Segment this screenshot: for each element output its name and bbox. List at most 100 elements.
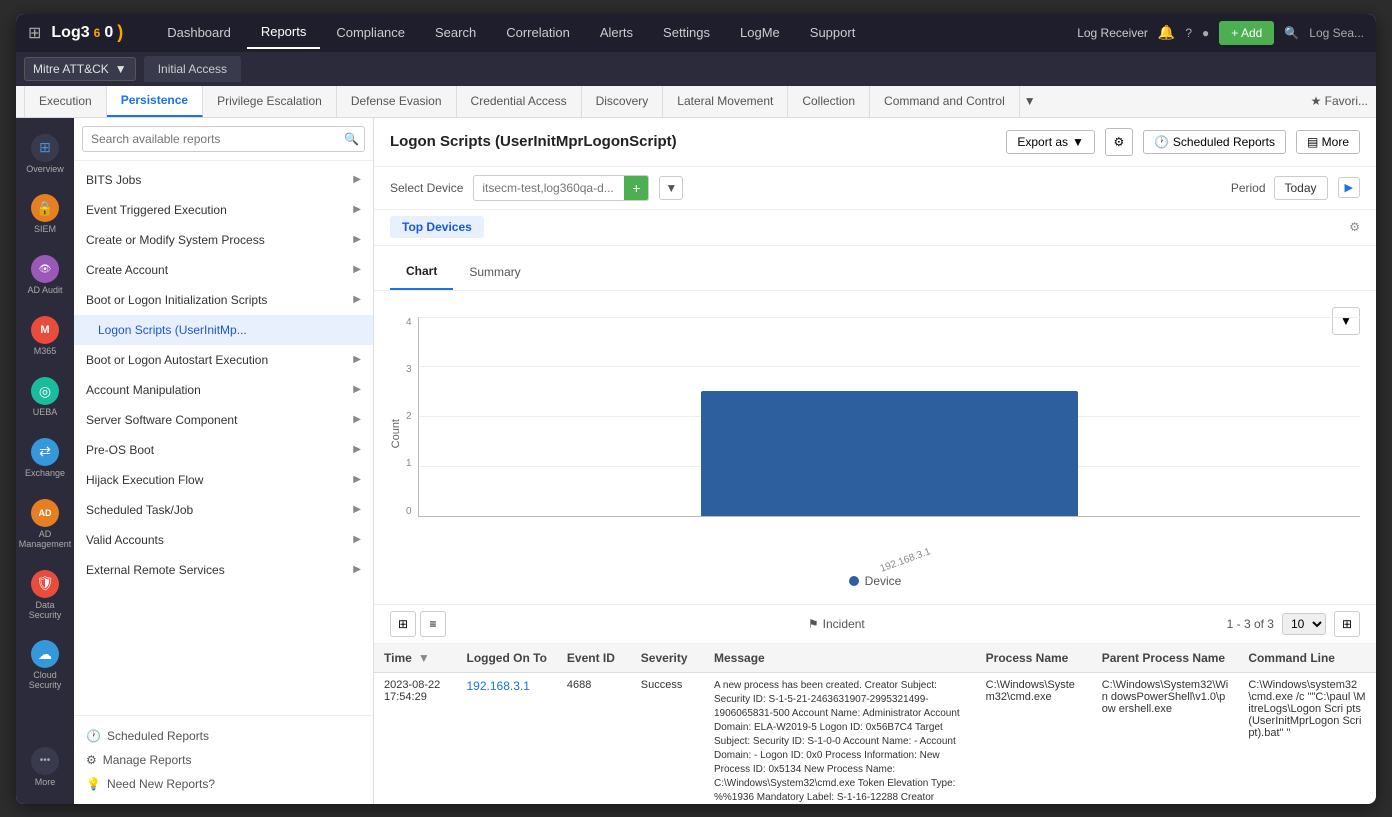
need-new-reports-link[interactable]: 💡 Need New Reports? [86,772,361,796]
col-header-parent-process[interactable]: Parent Process Name [1092,644,1239,673]
search-button[interactable]: 🔍 [344,132,359,146]
sidebar-item-data-security[interactable]: 🛡 Data Security [19,562,71,629]
list-item-hijack-execution[interactable]: Hijack Execution Flow ▶ [74,465,373,495]
cell-event-id: 4688 [557,672,631,804]
search-input[interactable] [82,126,365,152]
per-page-select[interactable]: 10 25 50 [1282,613,1326,635]
list-item-account-manipulation[interactable]: Account Manipulation ▶ [74,375,373,405]
mitre-dropdown[interactable]: Mitre ATT&CK ▼ [24,57,136,81]
list-item-valid-accounts[interactable]: Valid Accounts ▶ [74,525,373,555]
sub-tab-defense-evasion[interactable]: Defense Evasion [337,86,457,118]
device-input[interactable] [474,177,624,199]
col-header-severity[interactable]: Severity [631,644,704,673]
list-item-logon-scripts[interactable]: Logon Scripts (UserInitMp... [74,315,373,345]
table-pagination: 1 - 3 of 3 10 25 50 ⊞ [1227,611,1360,637]
sidebar-label-ad-audit: AD Audit [27,286,62,296]
nav-search[interactable]: Search [421,17,490,48]
list-item[interactable]: Event Triggered Execution ▶ [74,195,373,225]
sidebar-item-exchange[interactable]: ⇄ Exchange [19,430,71,487]
top-devices-label[interactable]: Top Devices [390,216,484,238]
nav-settings[interactable]: Settings [649,17,724,48]
x-axis: 192.168.3.1 [390,555,1360,566]
grid-icon[interactable]: ⊞ [28,23,41,43]
list-item-create-account[interactable]: Create Account ▶ [74,255,373,285]
nav-alerts[interactable]: Alerts [586,17,647,48]
list-item[interactable]: Create or Modify System Process ▶ [74,225,373,255]
sub-tab-discovery[interactable]: Discovery [582,86,664,118]
chart-tab-chart[interactable]: Chart [390,254,453,290]
list-item-boot-logon[interactable]: Boot or Logon Initialization Scripts ▶ [74,285,373,315]
y-label-3: 3 [406,364,412,375]
sidebar-item-ad-management[interactable]: AD AD Management [19,491,71,558]
y-axis-title: Count [390,419,402,448]
nav-compliance[interactable]: Compliance [322,17,419,48]
sidebar-item-cloud-security[interactable]: ☁ Cloud Security [19,632,71,699]
scheduled-reports-link[interactable]: 🕐 Scheduled Reports [86,724,361,748]
sub-tab-command-and-control[interactable]: Command and Control [870,86,1020,118]
sub-tab-collection[interactable]: Collection [788,86,870,118]
add-button[interactable]: + Add [1219,21,1274,45]
sub-tab-privilege-escalation[interactable]: Privilege Escalation [203,86,337,118]
list-item-scheduled-task[interactable]: Scheduled Task/Job ▶ [74,495,373,525]
more-button[interactable]: ▤ More [1296,130,1360,154]
sidebar-item-siem[interactable]: 🔒 SIEM [19,186,71,243]
help-icon[interactable]: ? [1185,26,1192,40]
device-filter-button[interactable]: ▼ [659,176,683,200]
list-item[interactable]: BITS Jobs ▶ [74,165,373,195]
sidebar-item-more[interactable]: ••• More [19,739,71,796]
list-item-server-software[interactable]: Server Software Component ▶ [74,405,373,435]
more-icon: ▤ [1307,135,1318,149]
sidebar-item-ueba[interactable]: ◎ UEBA [19,369,71,426]
initial-access-tab[interactable]: Initial Access [144,56,241,82]
export-button[interactable]: Export as ▼ [1006,130,1095,154]
grid-view-button[interactable]: ⊞ [390,611,416,637]
nav-support[interactable]: Support [796,17,870,48]
col-header-event-id[interactable]: Event ID [557,644,631,673]
chart-legend: Device [849,574,902,588]
col-header-logged-on-to[interactable]: Logged On To [456,644,556,673]
chart-tab-summary[interactable]: Summary [453,254,536,290]
columns-button[interactable]: ⊞ [1334,611,1360,637]
view-buttons: ⊞ ≡ [390,611,446,637]
list-item-pre-os-boot[interactable]: Pre-OS Boot ▶ [74,435,373,465]
nav-logme[interactable]: LogMe [726,17,794,48]
device-add-button[interactable]: + [624,176,648,200]
list-item-boot-autostart[interactable]: Boot or Logon Autostart Execution ▶ [74,345,373,375]
scheduled-reports-button[interactable]: 🕐 Scheduled Reports [1143,130,1286,154]
sub-tab-execution[interactable]: Execution [24,86,107,118]
chart-section: Top Devices ⚙ Chart Summary ▼ Count [374,210,1376,804]
clock-icon: 🕐 [1154,135,1169,149]
nav-correlation[interactable]: Correlation [492,17,584,48]
settings-icon-button[interactable]: ⚙ [1105,128,1133,156]
sidebar-item-overview[interactable]: ⊞ Overview [19,126,71,183]
reports-list: BITS Jobs ▶ Event Triggered Execution ▶ … [74,161,373,715]
sidebar-item-m365[interactable]: M M365 [19,308,71,365]
content-header: Logon Scripts (UserInitMprLogonScript) E… [374,118,1376,167]
sub-tab-lateral-movement[interactable]: Lateral Movement [663,86,788,118]
period-right-btn[interactable]: ▶ [1338,177,1360,198]
period-value[interactable]: Today [1274,176,1328,200]
list-view-button[interactable]: ≡ [420,611,446,637]
nav-dashboard[interactable]: Dashboard [153,17,245,48]
sub-tab-credential-access[interactable]: Credential Access [457,86,582,118]
col-header-command-line[interactable]: Command Line [1238,644,1376,673]
nav-reports[interactable]: Reports [247,16,321,49]
sidebar-label-ueba: UEBA [33,408,58,418]
search-icon-top[interactable]: 🔍 [1284,26,1299,40]
chart-settings-icon[interactable]: ⚙ [1349,220,1360,234]
sidebar-item-ad-audit[interactable]: 👁 AD Audit [19,247,71,304]
data-table: Time ▼ Logged On To Event ID [374,644,1376,804]
table-row: 2023-08-22 17:54:29 192.168.3.1 4688 Suc… [374,672,1376,804]
col-header-message[interactable]: Message [704,644,976,673]
sub-tab-persistence[interactable]: Persistence [107,86,203,118]
cell-logged-on-to[interactable]: 192.168.3.1 [456,672,556,804]
col-header-time[interactable]: Time ▼ [374,644,456,673]
cell-message: A new process has been created. Creator … [704,672,976,804]
user-icon[interactable]: ● [1202,26,1209,40]
manage-reports-link[interactable]: ⚙ Manage Reports [86,748,361,772]
more-tabs-btn[interactable]: ▼ [1024,94,1036,108]
notification-icon[interactable]: 🔔 [1158,24,1175,41]
list-item-external-remote[interactable]: External Remote Services ▶ [74,555,373,585]
favorites-btn[interactable]: ★ Favori... [1311,94,1368,108]
col-header-process-name[interactable]: Process Name [976,644,1092,673]
